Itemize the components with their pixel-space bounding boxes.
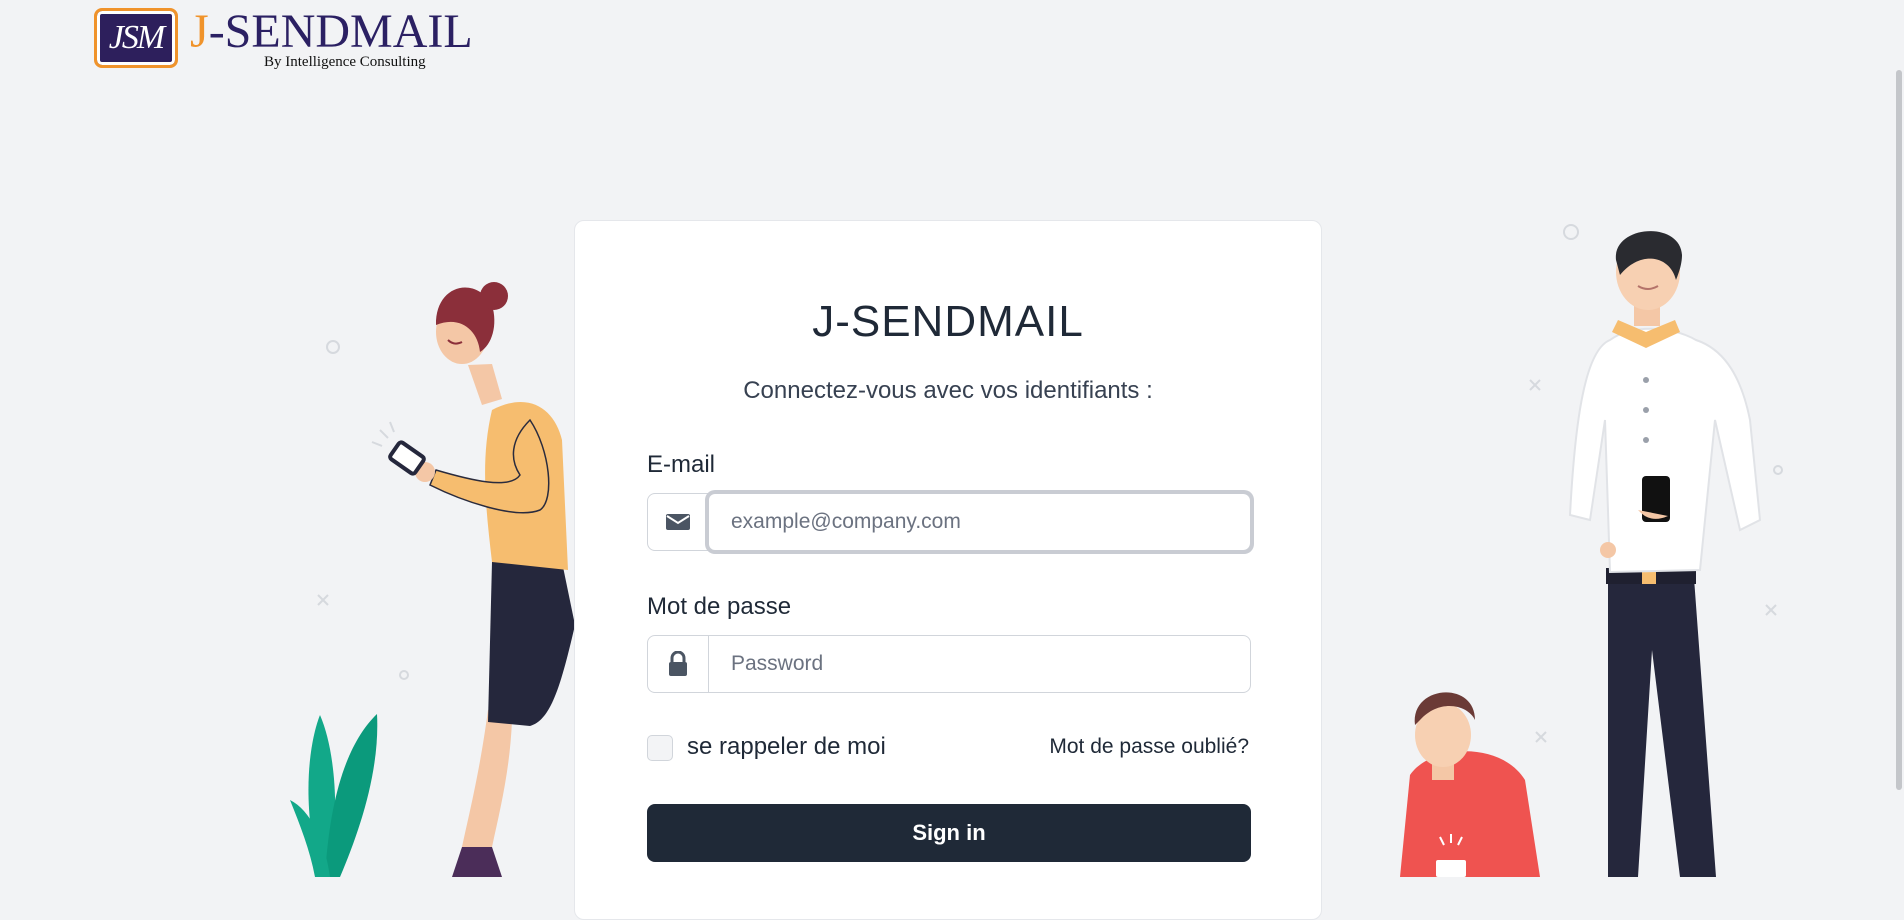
scrollbar-thumb[interactable] [1896,70,1902,790]
logo-brand: J-SENDMAIL [190,8,473,56]
card-title: J-SENDMAIL [812,297,1084,346]
app-logo[interactable]: JSM J-SENDMAIL By Intelligence Consultin… [94,8,473,76]
email-input[interactable] [709,494,1250,550]
password-label: Mot de passe [647,593,792,620]
logo-brand-rest: -SENDMAIL [208,5,473,58]
forgot-password-link[interactable]: Mot de passe oublié? [1049,735,1249,759]
password-input[interactable] [709,636,1250,692]
logo-text: J-SENDMAIL By Intelligence Consulting [190,8,473,71]
email-field-group [647,493,1251,551]
card-subtitle: Connectez-vous avec vos identifiants : [743,377,1153,404]
email-label: E-mail [647,451,716,478]
logo-tagline: By Intelligence Consulting [264,54,426,70]
woman-illustration [290,282,575,877]
logo-mark: JSM [94,8,178,68]
envelope-icon [648,494,709,550]
logo-mark-text: JSM [108,19,165,56]
login-card: J-SENDMAIL Connectez-vous avec vos ident… [574,220,1322,920]
password-field-group [647,635,1251,693]
logo-brand-j: J [190,5,209,58]
sign-in-button[interactable]: Sign in [647,804,1251,862]
lock-icon [648,636,709,692]
scrollbar[interactable] [1894,0,1904,877]
remember-label[interactable]: se rappeler de moi [687,733,886,761]
remember-checkbox[interactable] [647,735,673,761]
man-illustration [1400,224,1783,877]
